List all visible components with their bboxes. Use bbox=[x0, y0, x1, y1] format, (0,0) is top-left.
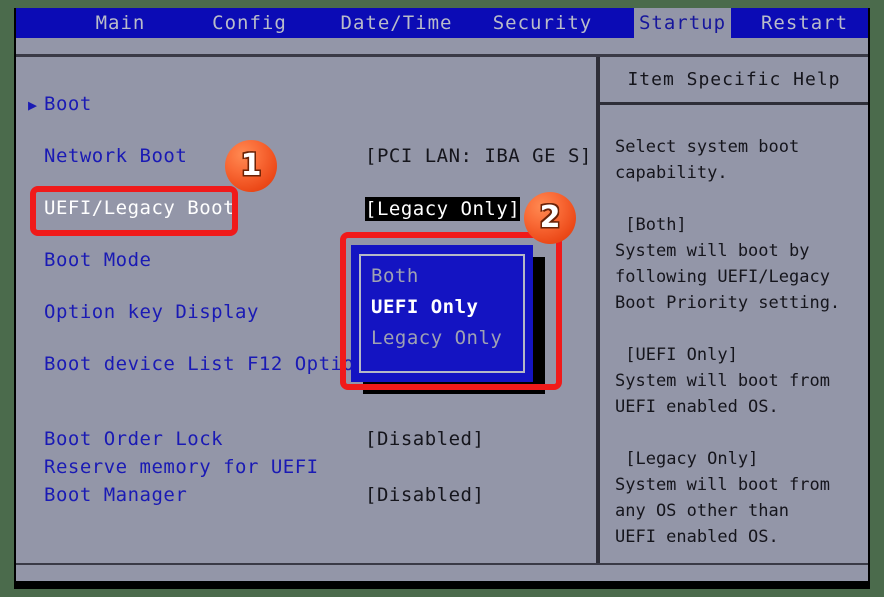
menu-tab-config[interactable]: Config bbox=[201, 8, 298, 38]
submenu-arrow-icon: ▶ bbox=[28, 96, 38, 114]
uefi-legacy-boot-dropdown[interactable]: Both UEFI Only Legacy Only bbox=[351, 245, 533, 382]
setting-value-network-boot[interactable]: [PCI LAN: IBA GE S] bbox=[365, 145, 592, 167]
setting-label-option-key-display[interactable]: Option key Display bbox=[44, 301, 259, 323]
setting-label-uefi-legacy-boot[interactable]: UEFI/Legacy Boot bbox=[44, 197, 235, 219]
setting-label-boot-manager[interactable]: Boot Manager bbox=[44, 484, 187, 506]
menu-tab-restart[interactable]: Restart bbox=[753, 8, 856, 38]
menu-tab-date-time[interactable]: Date/Time bbox=[333, 8, 460, 38]
setting-label-network-boot[interactable]: Network Boot bbox=[44, 145, 187, 167]
setting-value-boot-order-lock[interactable]: [Disabled] bbox=[365, 428, 484, 450]
menu-tab-startup[interactable]: Startup bbox=[634, 8, 731, 38]
setting-value-boot-manager[interactable]: [Disabled] bbox=[365, 484, 484, 506]
menu-tab-main[interactable]: Main bbox=[76, 8, 165, 38]
annotation-badge-1: 1 bbox=[225, 140, 277, 192]
help-title-rule bbox=[600, 102, 868, 105]
annotation-badge-2: 2 bbox=[524, 192, 576, 244]
setting-label-boot-order-lock[interactable]: Boot Order Lock bbox=[44, 428, 223, 450]
setting-label-boot[interactable]: Boot bbox=[44, 93, 92, 115]
setting-label-boot-device-list-f12-option[interactable]: Boot device List F12 Option bbox=[44, 353, 366, 375]
help-pane-body: Select system boot capability. [Both] Sy… bbox=[615, 137, 841, 547]
setting-value-uefi-legacy-boot[interactable]: [Legacy Only] bbox=[365, 197, 521, 221]
dropdown-option-both[interactable]: Both bbox=[371, 265, 419, 287]
dropdown-option-uefi-only[interactable]: UEFI Only bbox=[371, 296, 478, 318]
menu-tab-security[interactable]: Security bbox=[485, 8, 600, 38]
setting-label-boot-mode[interactable]: Boot Mode bbox=[44, 249, 151, 271]
setting-label-reserve-memory-for-uefi[interactable]: Reserve memory for UEFI bbox=[44, 456, 319, 478]
menu-bar-underline bbox=[16, 38, 868, 54]
bottom-strip bbox=[16, 565, 868, 581]
help-pane-title: Item Specific Help bbox=[627, 69, 841, 90]
dropdown-option-legacy-only[interactable]: Legacy Only bbox=[371, 327, 502, 349]
